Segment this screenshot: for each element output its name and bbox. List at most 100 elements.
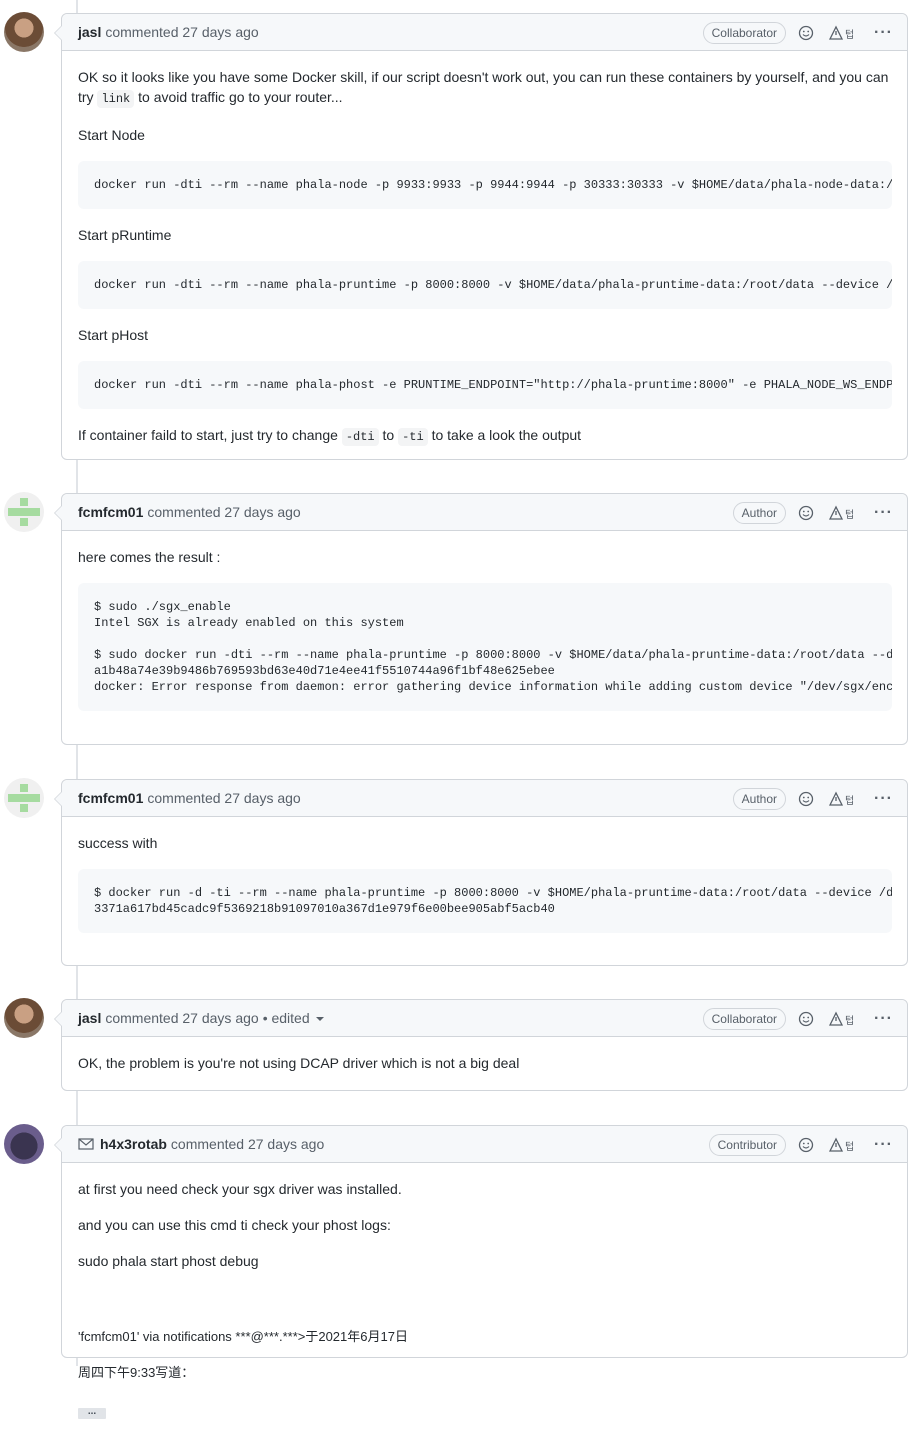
comment-header-actions: Collaborator 텁 ···	[702, 1008, 893, 1030]
edited-label: • edited	[262, 1010, 310, 1026]
comment-header-actions: Author 텁 ···	[732, 788, 893, 810]
smiley-icon	[798, 1011, 814, 1027]
comment-paragraph: success with	[78, 835, 158, 851]
comment-author[interactable]: jasl	[78, 24, 101, 40]
kebab-horizontal-icon[interactable]: ···	[874, 25, 893, 41]
svg-text:텁: 텁	[845, 1140, 854, 1153]
comment-header-actions: Author 텁 ···	[732, 502, 893, 524]
comment-header: jasl commented 27 days ago Collaborator …	[62, 14, 907, 51]
comment-timestamp[interactable]: commented 27 days ago	[147, 504, 300, 520]
role-badge: Collaborator	[702, 22, 787, 44]
add-reaction-button[interactable]	[798, 1011, 814, 1027]
comment-timestamp[interactable]: commented 27 days ago	[105, 24, 258, 40]
translate-icon: 텁	[828, 791, 854, 807]
code-block: docker run -dti --rm --name phala-phost …	[78, 361, 892, 409]
role-badge: Author	[732, 788, 787, 810]
comment-line: at first you need check your sgx driver …	[78, 1181, 402, 1197]
svg-text:텁: 텁	[845, 28, 854, 41]
avatar[interactable]	[4, 778, 44, 818]
avatar[interactable]	[4, 1124, 44, 1164]
smiley-icon	[798, 25, 814, 41]
comment: jasl commented 27 days ago Collaborator …	[54, 13, 908, 463]
translate-button[interactable]: 텁	[828, 25, 856, 41]
code-block: docker run -dti --rm --name phala-node -…	[78, 161, 892, 209]
role-badge: Contributor	[708, 1134, 787, 1156]
comment-header-actions: Collaborator 텁 ···	[702, 22, 893, 44]
role-badge: Author	[732, 502, 787, 524]
comment-header: jasl commented 27 days ago • edited Coll…	[62, 1000, 907, 1037]
translate-icon: 텁	[828, 25, 854, 41]
section-title: Start pHost	[78, 327, 149, 343]
show-hidden-text-button[interactable]: ...	[78, 1407, 106, 1419]
comment-body: OK so it looks like you have some Docker…	[62, 51, 907, 463]
comment-body: at first you need check your sgx driver …	[62, 1163, 907, 1435]
comment: fcmfcm01 commented 27 days ago Author 텁 …	[54, 779, 908, 966]
section-title: Start pRuntime	[78, 227, 172, 243]
inline-code: link	[97, 90, 135, 108]
translate-icon: 텁	[828, 1011, 854, 1027]
text: If container faild to start, just try to…	[78, 427, 342, 443]
identicon	[8, 498, 40, 526]
comment-header: fcmfcm01 commented 27 days ago Author 텁 …	[62, 494, 907, 531]
kebab-horizontal-icon[interactable]: ···	[874, 1011, 893, 1027]
comment-paragraph: OK so it looks like you have some Docker…	[78, 67, 892, 109]
add-reaction-button[interactable]	[798, 25, 814, 41]
comment-author[interactable]: jasl	[78, 1010, 101, 1026]
avatar[interactable]	[4, 492, 44, 532]
translate-button[interactable]: 텁	[828, 1011, 856, 1027]
text: to	[378, 427, 399, 443]
comment-author[interactable]: fcmfcm01	[78, 790, 143, 806]
comment-line: and you can use this cmd ti check your p…	[78, 1217, 391, 1233]
smiley-icon	[798, 1137, 814, 1153]
quoted-reply-header: 'fcmfcm01' via notifications ***@***.***…	[78, 1329, 408, 1344]
comment-author[interactable]: h4x3rotab	[100, 1136, 167, 1152]
comment-paragraph: OK, the problem is you're not using DCAP…	[78, 1055, 520, 1071]
comment-header-actions: Contributor 텁 ···	[708, 1134, 893, 1156]
smiley-icon	[798, 791, 814, 807]
comment-header: fcmfcm01 commented 27 days ago Author 텁 …	[62, 780, 907, 817]
add-reaction-button[interactable]	[798, 505, 814, 521]
inline-code: -ti	[398, 428, 428, 446]
translate-button[interactable]: 텁	[828, 505, 856, 521]
kebab-horizontal-icon[interactable]: ···	[874, 1137, 893, 1153]
text: to avoid traffic go to your router...	[134, 89, 343, 105]
edited-history-dropdown[interactable]: • edited	[263, 1010, 324, 1026]
smiley-icon	[798, 505, 814, 521]
comment: jasl commented 27 days ago • edited Coll…	[54, 999, 908, 1091]
quoted-reply-header: 周四下午9:33写道：	[78, 1365, 195, 1380]
translate-button[interactable]: 텁	[828, 791, 856, 807]
add-reaction-button[interactable]	[798, 791, 814, 807]
identicon	[8, 784, 40, 812]
translate-icon: 텁	[828, 505, 854, 521]
comment-paragraph: If container faild to start, just try to…	[78, 425, 892, 447]
avatar[interactable]	[4, 998, 44, 1038]
code-block: $ sudo ./sgx_enable Intel SGX is already…	[78, 583, 892, 711]
comment-timestamp[interactable]: commented 27 days ago	[147, 790, 300, 806]
comment-paragraph: here comes the result :	[78, 549, 221, 565]
kebab-horizontal-icon[interactable]: ···	[874, 505, 893, 521]
section-title: Start Node	[78, 127, 145, 143]
comment-body: OK, the problem is you're not using DCAP…	[62, 1037, 907, 1089]
comment-timestamp[interactable]: commented 27 days ago	[171, 1136, 324, 1152]
translate-icon: 텁	[828, 1137, 854, 1153]
svg-text:텁: 텁	[845, 794, 854, 807]
comment-body: success with $ docker run -d -ti --rm --…	[62, 817, 907, 965]
code-block: $ docker run -d -ti --rm --name phala-pr…	[78, 869, 892, 933]
comment-timestamp[interactable]: commented 27 days ago	[105, 1010, 258, 1026]
comment-author[interactable]: fcmfcm01	[78, 504, 143, 520]
translate-button[interactable]: 텁	[828, 1137, 856, 1153]
role-badge: Collaborator	[702, 1008, 787, 1030]
text: to take a look the output	[427, 427, 582, 443]
comment: fcmfcm01 commented 27 days ago Author 텁 …	[54, 493, 908, 745]
comment-header: h4x3rotab commented 27 days ago Contribu…	[62, 1126, 907, 1163]
comment-line: sudo phala start phost debug	[78, 1253, 259, 1269]
svg-text:텁: 텁	[845, 1014, 854, 1027]
comment: h4x3rotab commented 27 days ago Contribu…	[54, 1125, 908, 1419]
add-reaction-button[interactable]	[798, 1137, 814, 1153]
kebab-horizontal-icon[interactable]: ···	[874, 791, 893, 807]
code-block: docker run -dti --rm --name phala-prunti…	[78, 261, 892, 309]
caret-down-icon	[315, 1017, 324, 1022]
avatar[interactable]	[4, 12, 44, 52]
inline-code: -dti	[341, 428, 379, 446]
